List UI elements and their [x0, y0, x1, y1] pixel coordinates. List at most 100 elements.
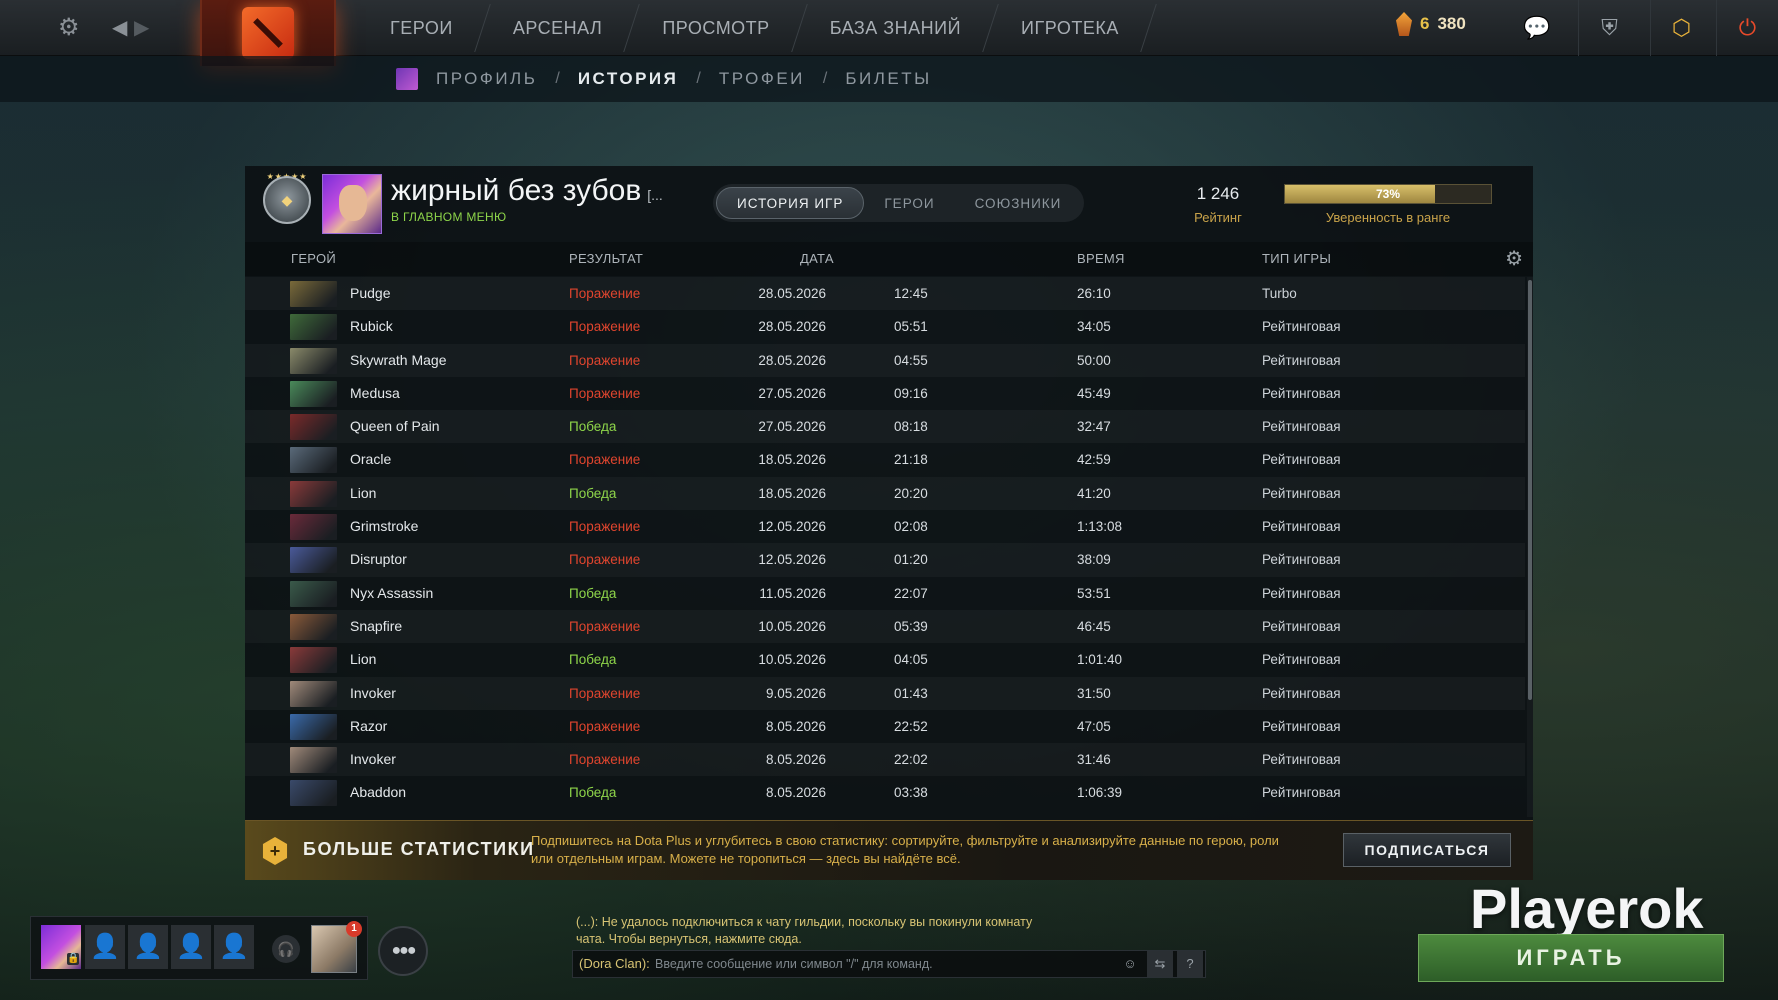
subnav-profile[interactable]: ПРОФИЛЬ: [436, 69, 537, 89]
nav-arcade[interactable]: ИГРОТЕКА: [991, 0, 1149, 56]
match-time: 09:16: [894, 385, 928, 401]
arrow-left-icon[interactable]: ◀: [112, 14, 127, 42]
match-date: 8.05.2026: [765, 752, 826, 768]
translate-icon[interactable]: ⇆: [1147, 951, 1173, 977]
party-slot-empty[interactable]: 👤: [85, 925, 125, 969]
notification-badge: 1: [346, 921, 362, 937]
match-result: Поражение: [569, 685, 641, 701]
help-icon[interactable]: ?: [1177, 951, 1203, 977]
rank-medal-icon[interactable]: ◆: [263, 176, 311, 224]
tab-match-history[interactable]: ИСТОРИЯ ИГР: [716, 187, 865, 219]
shards-balance[interactable]: 6 380: [1396, 12, 1466, 36]
hero-name: Grimstroke: [350, 518, 419, 535]
game-mode: Turbo: [1262, 286, 1297, 301]
match-result: Поражение: [569, 752, 641, 768]
chat-placeholder[interactable]: Введите сообщение или символ "/" для ком…: [655, 951, 933, 977]
hero-portrait: [290, 480, 337, 507]
game-mode: Рейтинговая: [1262, 319, 1341, 335]
nav-learn[interactable]: БАЗА ЗНАНИЙ: [800, 0, 991, 56]
match-time: 22:07: [894, 585, 928, 601]
table-row[interactable]: Oracle Поражение 18.05.2026 21:18 42:59 Рейти…: [245, 443, 1525, 476]
table-row[interactable]: Queen of Pain Победа 27.05.2026 08:18 32:47 Р…: [245, 410, 1525, 443]
nav-heroes[interactable]: ГЕРОИ: [360, 0, 483, 56]
col-duration[interactable]: ВРЕМЯ: [1077, 242, 1125, 276]
match-time: 22:02: [894, 752, 928, 768]
scrollbar-thumb[interactable]: [1528, 280, 1532, 700]
game-mode: Рейтинговая: [1262, 652, 1341, 668]
power-icon[interactable]: ⏻: [1716, 0, 1778, 56]
dota-plus-icon[interactable]: ⬡: [1650, 0, 1712, 56]
subnav-trophies[interactable]: ТРОФЕИ: [719, 69, 805, 89]
chat-bubble-icon[interactable]: 💬: [1506, 0, 1568, 56]
headset-icon[interactable]: 🎧: [272, 935, 300, 963]
avatar[interactable]: [322, 174, 382, 234]
match-date: 10.05.2026: [758, 618, 826, 634]
col-result[interactable]: РЕЗУЛЬТАТ: [569, 242, 643, 276]
tab-heroes[interactable]: ГЕРОИ: [864, 187, 954, 219]
table-row[interactable]: Invoker Поражение 8.05.2026 22:02 31:46 Рейти…: [245, 743, 1525, 776]
table-row[interactable]: Lion Победа 18.05.2026 20:20 41:20 Рейтингова…: [245, 477, 1525, 510]
gear-icon[interactable]: ⚙: [1505, 248, 1523, 270]
rank-confidence-bar: 73%: [1284, 184, 1492, 204]
chat-system-message[interactable]: (...): Не удалось подключиться к чату ги…: [576, 914, 1036, 948]
dota-logo-icon: [242, 7, 294, 59]
game-mode: Рейтинговая: [1262, 419, 1341, 435]
subnav-history[interactable]: ИСТОРИЯ: [578, 69, 679, 89]
play-button[interactable]: ИГРАТЬ: [1418, 934, 1724, 982]
party-slot-empty[interactable]: 👤: [128, 925, 168, 969]
hero-name: Skywrath Mage: [350, 351, 447, 368]
table-row[interactable]: Abaddon Победа 8.05.2026 03:38 1:06:39 Рейтин…: [245, 776, 1525, 809]
chat-input-bar[interactable]: (Dora Clan): Введите сообщение или симво…: [572, 950, 1206, 978]
match-duration: 41:20: [1077, 485, 1111, 501]
dota-plus-icon: +: [262, 837, 288, 865]
group-icon[interactable]: ●●●: [378, 926, 428, 976]
table-row[interactable]: Pudge Поражение 28.05.2026 12:45 26:10 Turbo: [245, 277, 1525, 310]
emoji-icon[interactable]: ☺: [1117, 951, 1143, 977]
col-date[interactable]: ДАТА: [800, 242, 834, 276]
subscribe-button[interactable]: ПОДПИСАТЬСЯ: [1343, 833, 1511, 867]
shield-icon[interactable]: ⛨: [1578, 0, 1640, 56]
nav-watch[interactable]: ПРОСМОТР: [632, 0, 799, 56]
match-result: Победа: [569, 419, 617, 435]
match-result: Поражение: [569, 519, 641, 535]
table-row[interactable]: Skywrath Mage Поражение 28.05.2026 04:55 50:…: [245, 344, 1525, 377]
rating-label: Рейтинг: [1194, 210, 1242, 225]
game-mode: Рейтинговая: [1262, 519, 1341, 535]
hero-name: Medusa: [350, 384, 400, 401]
table-row[interactable]: Snapfire Поражение 10.05.2026 05:39 46:45 Рей…: [245, 610, 1525, 643]
match-time: 03:38: [894, 785, 928, 801]
col-hero[interactable]: ГЕРОЙ: [291, 242, 336, 276]
table-row[interactable]: Invoker Поражение 9.05.2026 01:43 31:50 Рейти…: [245, 677, 1525, 710]
hero-name: Razor: [350, 717, 388, 734]
hero-name: Abaddon: [350, 784, 407, 801]
table-row[interactable]: Disruptor Поражение 12.05.2026 01:20 38:09 Ре…: [245, 543, 1525, 576]
table-row[interactable]: Grimstroke Поражение 12.05.2026 02:08 1:13:0…: [245, 510, 1525, 543]
tab-allies[interactable]: СОЮЗНИКИ: [955, 187, 1082, 219]
game-mode: Рейтинговая: [1262, 718, 1341, 734]
party-bar: 🔒 👤 👤 👤 👤 🎧 1: [30, 916, 368, 980]
match-time: 12:45: [894, 286, 928, 301]
hero-name: Disruptor: [350, 551, 407, 568]
subnav-tickets[interactable]: БИЛЕТЫ: [845, 69, 931, 89]
arrow-right-icon[interactable]: ▶: [134, 14, 149, 42]
party-self-avatar[interactable]: 🔒: [41, 925, 81, 969]
hero-portrait: [290, 380, 337, 407]
match-time: 01:20: [894, 552, 928, 568]
col-game-mode[interactable]: ТИП ИГРЫ: [1262, 242, 1331, 276]
table-row[interactable]: Rubick Поражение 28.05.2026 05:51 34:05 Рейти…: [245, 310, 1525, 343]
table-row[interactable]: Lion Победа 10.05.2026 04:05 1:01:40 Рейтинго…: [245, 643, 1525, 676]
game-mode: Рейтинговая: [1262, 352, 1341, 368]
table-row[interactable]: Medusa Поражение 27.05.2026 09:16 45:49 Рейти…: [245, 377, 1525, 410]
table-row[interactable]: Razor Поражение 8.05.2026 22:52 47:05 Рейтинг…: [245, 710, 1525, 743]
chat-channel[interactable]: (Dora Clan):: [579, 951, 650, 977]
gear-icon[interactable]: ⚙: [58, 14, 80, 42]
match-date: 27.05.2026: [758, 419, 826, 435]
party-slot-empty[interactable]: 👤: [214, 925, 254, 969]
match-date: 8.05.2026: [765, 785, 826, 801]
match-result: Поражение: [569, 552, 641, 568]
game-mode: Рейтинговая: [1262, 385, 1341, 401]
rating-value: 1 246: [1196, 184, 1240, 203]
table-row[interactable]: Nyx Assassin Победа 11.05.2026 22:07 53:51 Ре…: [245, 577, 1525, 610]
nav-armory[interactable]: АРСЕНАЛ: [483, 0, 633, 56]
party-slot-empty[interactable]: 👤: [171, 925, 211, 969]
